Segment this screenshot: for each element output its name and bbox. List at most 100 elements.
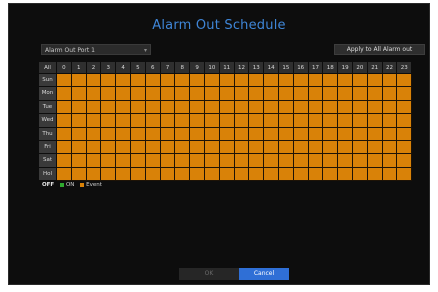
schedule-cell[interactable] bbox=[234, 141, 250, 155]
schedule-cell[interactable] bbox=[234, 87, 250, 101]
schedule-cell[interactable] bbox=[308, 100, 324, 115]
schedule-cell[interactable] bbox=[160, 100, 176, 115]
schedule-cell[interactable] bbox=[101, 141, 117, 155]
hour-header-4[interactable]: 4 bbox=[116, 62, 131, 74]
schedule-cell[interactable] bbox=[57, 127, 72, 141]
schedule-cell[interactable] bbox=[234, 74, 250, 88]
schedule-cell[interactable] bbox=[86, 141, 102, 155]
hour-header-18[interactable]: 18 bbox=[323, 62, 339, 74]
day-label-fri[interactable]: Fri bbox=[39, 141, 57, 155]
schedule-cell[interactable] bbox=[397, 100, 413, 115]
schedule-cell[interactable] bbox=[86, 114, 102, 128]
schedule-cell[interactable] bbox=[57, 154, 72, 168]
schedule-cell[interactable] bbox=[116, 74, 131, 88]
schedule-cell[interactable] bbox=[219, 141, 235, 155]
schedule-cell[interactable] bbox=[367, 127, 383, 141]
schedule-cell[interactable] bbox=[175, 127, 191, 141]
schedule-cell[interactable] bbox=[279, 87, 294, 101]
schedule-cell[interactable] bbox=[338, 100, 353, 115]
schedule-cell[interactable] bbox=[367, 100, 383, 115]
schedule-cell[interactable] bbox=[323, 74, 339, 88]
schedule-cell[interactable] bbox=[353, 154, 368, 168]
schedule-cell[interactable] bbox=[264, 154, 279, 168]
schedule-cell[interactable] bbox=[279, 167, 294, 182]
schedule-cell[interactable] bbox=[205, 114, 220, 128]
schedule-cell[interactable] bbox=[338, 114, 353, 128]
schedule-cell[interactable] bbox=[57, 114, 72, 128]
schedule-cell[interactable] bbox=[219, 74, 235, 88]
hour-header-19[interactable]: 19 bbox=[338, 62, 353, 74]
hour-header-3[interactable]: 3 bbox=[101, 62, 117, 74]
schedule-cell[interactable] bbox=[175, 114, 191, 128]
schedule-cell[interactable] bbox=[323, 87, 339, 101]
day-label-hol[interactable]: Hol bbox=[39, 167, 57, 182]
schedule-cell[interactable] bbox=[293, 87, 309, 101]
schedule-cell[interactable] bbox=[323, 154, 339, 168]
schedule-cell[interactable] bbox=[145, 141, 161, 155]
schedule-cell[interactable] bbox=[234, 154, 250, 168]
schedule-cell[interactable] bbox=[190, 127, 205, 141]
schedule-cell[interactable] bbox=[57, 74, 72, 88]
schedule-cell[interactable] bbox=[160, 167, 176, 182]
schedule-cell[interactable] bbox=[293, 127, 309, 141]
schedule-cell[interactable] bbox=[219, 127, 235, 141]
schedule-cell[interactable] bbox=[308, 167, 324, 182]
schedule-cell[interactable] bbox=[293, 100, 309, 115]
schedule-cell[interactable] bbox=[353, 167, 368, 182]
schedule-cell[interactable] bbox=[353, 100, 368, 115]
schedule-cell[interactable] bbox=[323, 141, 339, 155]
schedule-cell[interactable] bbox=[131, 127, 146, 141]
schedule-cell[interactable] bbox=[71, 74, 87, 88]
schedule-cell[interactable] bbox=[101, 167, 117, 182]
hour-header-14[interactable]: 14 bbox=[264, 62, 279, 74]
schedule-cell[interactable] bbox=[397, 114, 413, 128]
schedule-cell[interactable] bbox=[249, 74, 265, 88]
schedule-cell[interactable] bbox=[190, 167, 205, 182]
schedule-cell[interactable] bbox=[249, 114, 265, 128]
schedule-cell[interactable] bbox=[160, 87, 176, 101]
schedule-cell[interactable] bbox=[264, 87, 279, 101]
schedule-cell[interactable] bbox=[279, 141, 294, 155]
schedule-cell[interactable] bbox=[234, 127, 250, 141]
hour-header-7[interactable]: 7 bbox=[160, 62, 176, 74]
schedule-cell[interactable] bbox=[131, 74, 146, 88]
schedule-cell[interactable] bbox=[293, 114, 309, 128]
schedule-cell[interactable] bbox=[175, 74, 191, 88]
schedule-cell[interactable] bbox=[279, 100, 294, 115]
schedule-cell[interactable] bbox=[338, 127, 353, 141]
schedule-cell[interactable] bbox=[116, 100, 131, 115]
schedule-cell[interactable] bbox=[86, 100, 102, 115]
hour-header-8[interactable]: 8 bbox=[175, 62, 191, 74]
schedule-cell[interactable] bbox=[382, 87, 398, 101]
schedule-cell[interactable] bbox=[86, 74, 102, 88]
hour-header-16[interactable]: 16 bbox=[293, 62, 309, 74]
hour-header-9[interactable]: 9 bbox=[190, 62, 205, 74]
schedule-cell[interactable] bbox=[397, 127, 413, 141]
schedule-cell[interactable] bbox=[101, 114, 117, 128]
schedule-cell[interactable] bbox=[190, 141, 205, 155]
schedule-cell[interactable] bbox=[323, 167, 339, 182]
schedule-cell[interactable] bbox=[86, 127, 102, 141]
hour-header-12[interactable]: 12 bbox=[234, 62, 250, 74]
schedule-cell[interactable] bbox=[279, 127, 294, 141]
schedule-cell[interactable] bbox=[308, 74, 324, 88]
schedule-cell[interactable] bbox=[219, 100, 235, 115]
schedule-cell[interactable] bbox=[367, 154, 383, 168]
schedule-cell[interactable] bbox=[57, 87, 72, 101]
schedule-cell[interactable] bbox=[264, 100, 279, 115]
schedule-cell[interactable] bbox=[145, 100, 161, 115]
schedule-cell[interactable] bbox=[249, 127, 265, 141]
schedule-cell[interactable] bbox=[205, 141, 220, 155]
schedule-cell[interactable] bbox=[160, 154, 176, 168]
apply-to-all-button[interactable]: Apply to All Alarm out bbox=[334, 44, 425, 55]
schedule-cell[interactable] bbox=[382, 114, 398, 128]
schedule-cell[interactable] bbox=[205, 87, 220, 101]
schedule-cell[interactable] bbox=[116, 114, 131, 128]
day-label-tue[interactable]: Tue bbox=[39, 100, 57, 115]
schedule-cell[interactable] bbox=[190, 114, 205, 128]
schedule-cell[interactable] bbox=[264, 74, 279, 88]
schedule-cell[interactable] bbox=[338, 141, 353, 155]
schedule-cell[interactable] bbox=[175, 167, 191, 182]
schedule-cell[interactable] bbox=[397, 154, 413, 168]
schedule-cell[interactable] bbox=[308, 114, 324, 128]
